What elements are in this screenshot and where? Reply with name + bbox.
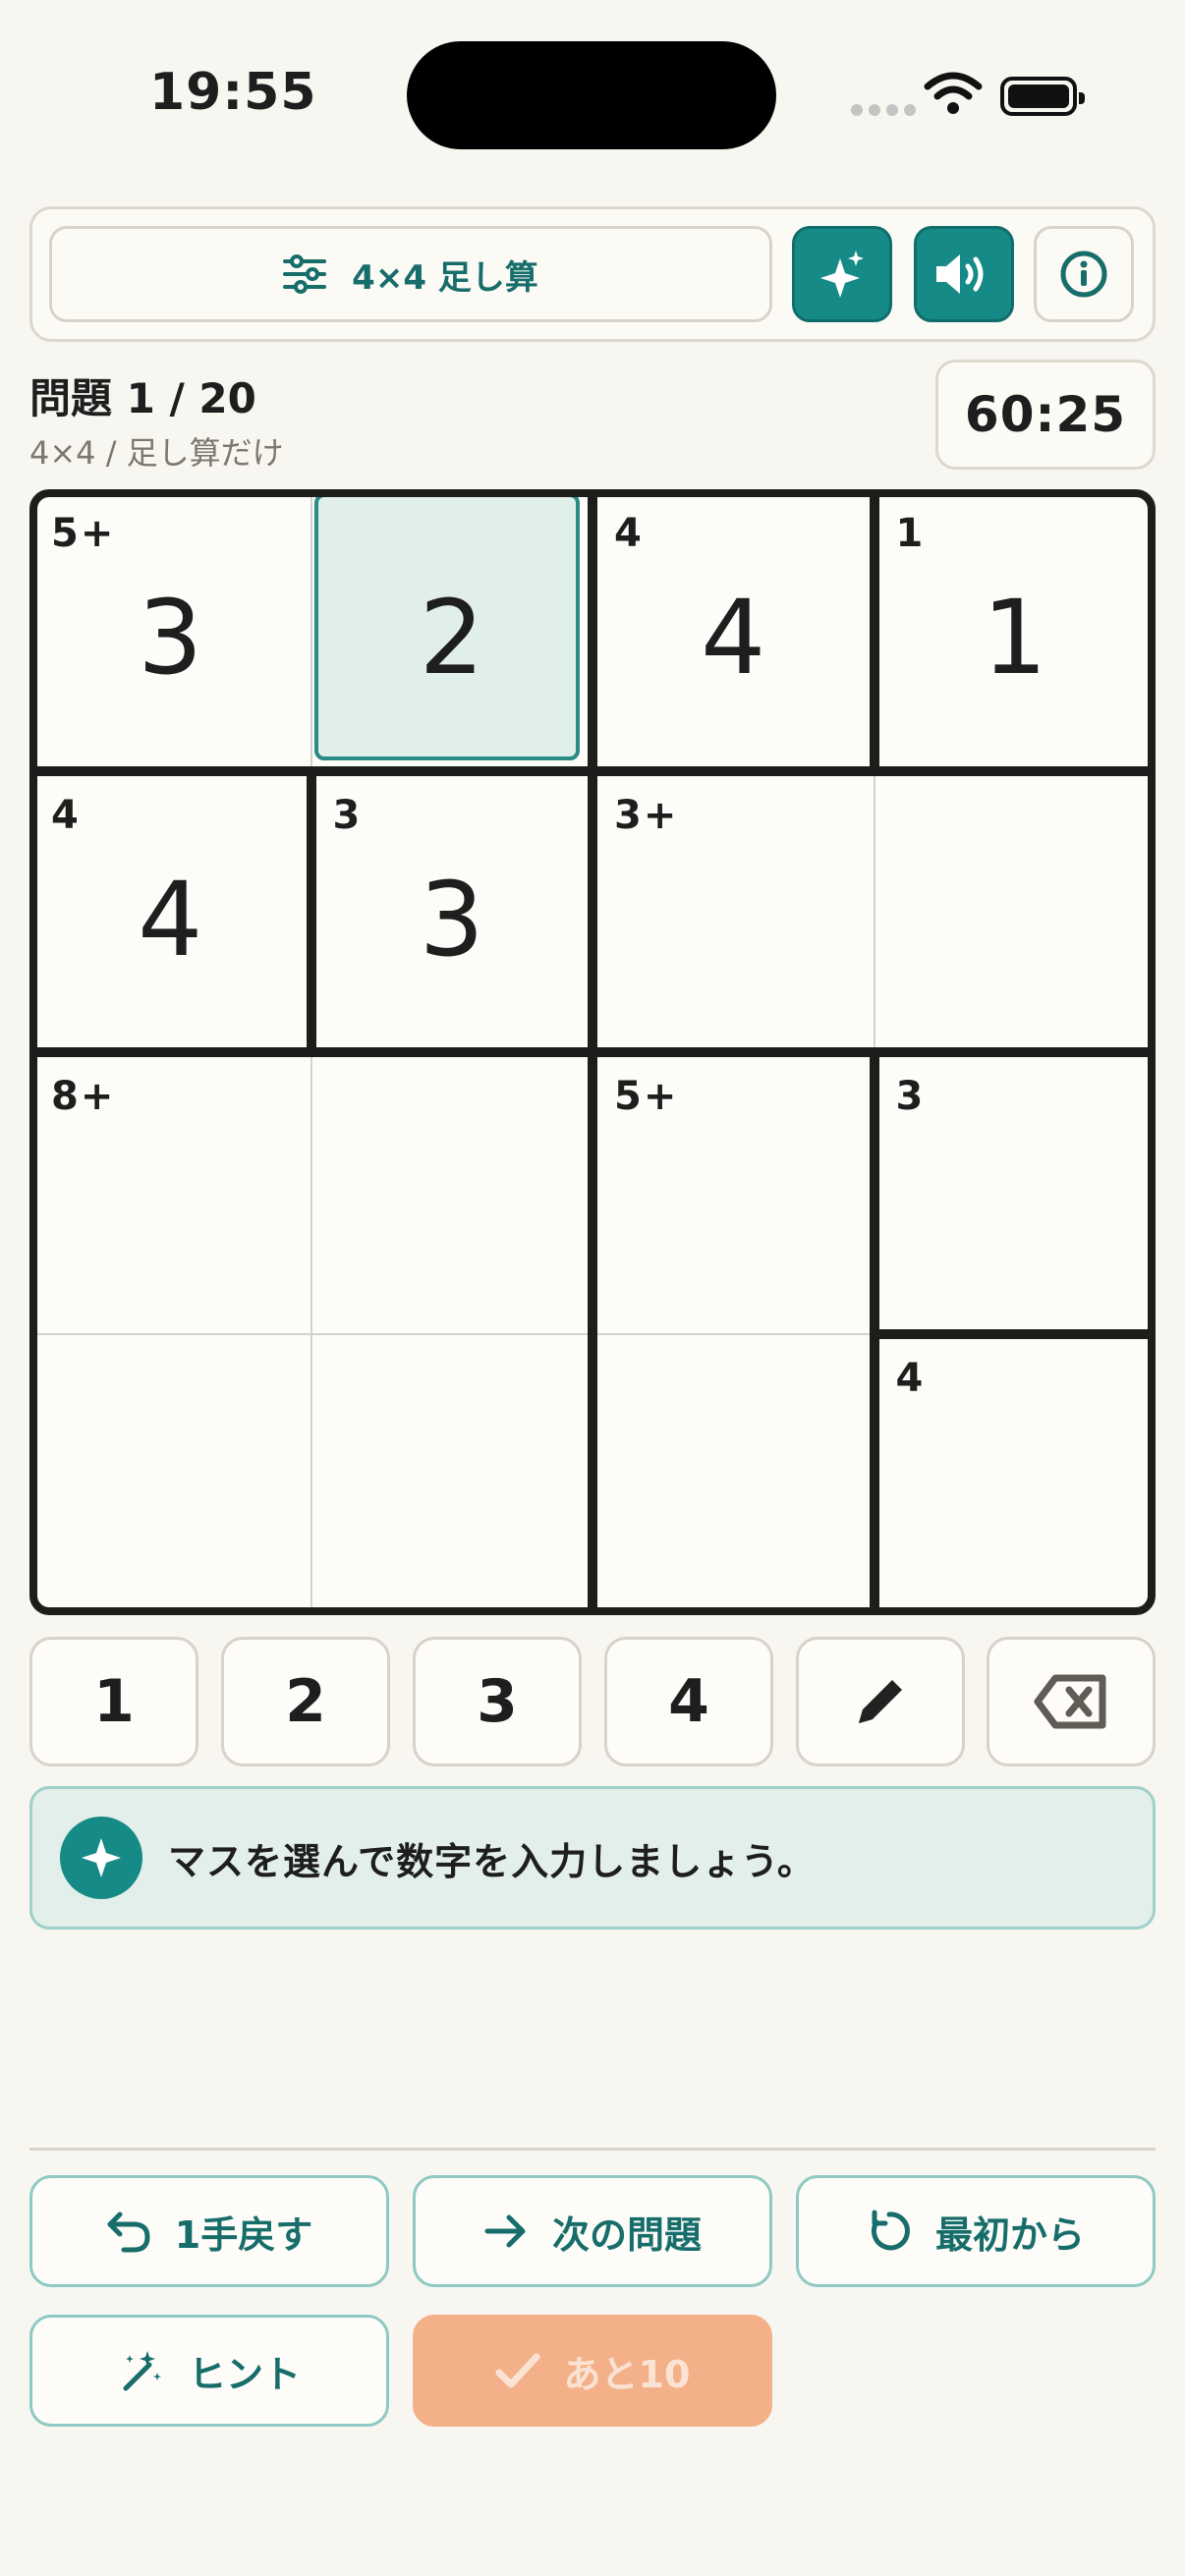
next-problem-button[interactable]: 次の問題: [413, 2175, 772, 2287]
sparkle-icon: [60, 1817, 142, 1899]
board-cell[interactable]: 44: [29, 771, 311, 1053]
board-cell[interactable]: [29, 1334, 311, 1616]
board-cell[interactable]: [311, 1052, 593, 1334]
info-button[interactable]: [1034, 226, 1134, 322]
mode-label: 4×4 足し算: [352, 257, 538, 298]
puzzle-board: 5+ 3 2 4 4 1 1 4 4 3 3 3+ 8+ 5+ 3 4: [29, 489, 1156, 1615]
board-cell[interactable]: 8+: [29, 1052, 311, 1334]
problem-counter: 問題 1 / 20: [29, 374, 256, 422]
cage-clue: 3: [332, 792, 363, 838]
cage-clue: 5+: [614, 1074, 679, 1119]
cage-clue: 4: [51, 792, 81, 838]
cage-clue: 1: [895, 511, 926, 556]
hint-button[interactable]: ヒント: [29, 2315, 389, 2427]
cell-value: 1: [982, 578, 1047, 698]
board-cell[interactable]: [311, 1334, 593, 1616]
board-cell[interactable]: 5+: [592, 1052, 875, 1334]
divider: [29, 2148, 1156, 2151]
board-cell[interactable]: [592, 1334, 875, 1616]
key-1[interactable]: 1: [29, 1637, 198, 1766]
cage-clue: 4: [895, 1355, 926, 1401]
board-cell[interactable]: [875, 771, 1157, 1053]
board-cell[interactable]: 4: [875, 1334, 1157, 1616]
cage-clue: 4: [614, 511, 644, 556]
cell-value: 3: [419, 859, 484, 980]
next-problem-label: 次の問題: [551, 2212, 702, 2257]
arrow-right-icon: [484, 2214, 526, 2248]
cell-value: 3: [138, 578, 203, 698]
undo-button[interactable]: 1手戻す: [29, 2175, 389, 2287]
dynamic-island: [407, 41, 776, 149]
board-cell[interactable]: 33: [311, 771, 593, 1053]
delete-button[interactable]: [987, 1637, 1156, 1766]
pencil-icon: [859, 1680, 902, 1723]
cage-clue: 3: [895, 1074, 926, 1119]
board-cell[interactable]: 3: [875, 1052, 1157, 1334]
sound-button[interactable]: [914, 226, 1014, 322]
sparkles-icon: [820, 251, 864, 298]
check-button[interactable]: あと10: [413, 2315, 772, 2427]
backspace-icon: [1034, 1674, 1106, 1729]
board-cell[interactable]: 2: [311, 489, 593, 771]
checkmark-icon: [495, 2353, 540, 2388]
battery-icon: [1000, 77, 1085, 116]
board-cell[interactable]: 44: [592, 489, 875, 771]
cage-clue: 8+: [51, 1074, 116, 1119]
cell-value: 2: [419, 578, 484, 698]
undo-label: 1手戻す: [174, 2212, 313, 2257]
key-4[interactable]: 4: [604, 1637, 773, 1766]
magic-wand-icon: [123, 2351, 161, 2391]
sparkle-button[interactable]: [792, 226, 892, 322]
signal-dots-icon: [851, 104, 916, 116]
undo-icon: [107, 2212, 150, 2253]
instruction-banner: マスを選んで数字を入力しましょう。: [29, 1786, 1156, 1930]
restart-button[interactable]: 最初から: [796, 2175, 1156, 2287]
board-cell[interactable]: 3+: [592, 771, 875, 1053]
board-cell[interactable]: 5+ 3: [29, 489, 311, 771]
restart-label: 最初から: [934, 2212, 1085, 2257]
check-label: あと10: [563, 2352, 691, 2396]
instruction-text: マスを選んで数字を入力しましょう。: [168, 1839, 816, 1883]
problem-subtitle: 4×4 / 足し算だけ: [29, 434, 284, 472]
board-cell[interactable]: 11: [875, 489, 1157, 771]
key-3[interactable]: 3: [413, 1637, 582, 1766]
restart-icon: [871, 2210, 910, 2251]
hint-label: ヒント: [188, 2352, 301, 2396]
cage-clue: 3+: [614, 792, 679, 838]
timer: 60:25: [935, 360, 1156, 470]
mode-select-button[interactable]: 4×4 足し算: [49, 226, 772, 322]
status-time: 19:55: [149, 63, 317, 122]
cell-value: 4: [701, 578, 766, 698]
info-icon: [1060, 251, 1107, 298]
cell-value: 4: [138, 859, 203, 980]
key-2[interactable]: 2: [221, 1637, 390, 1766]
speaker-icon: [936, 254, 984, 294]
sliders-icon: [283, 254, 327, 294]
pencil-button[interactable]: [796, 1637, 965, 1766]
wifi-icon: [924, 72, 983, 114]
cage-clue: 5+: [51, 511, 116, 556]
